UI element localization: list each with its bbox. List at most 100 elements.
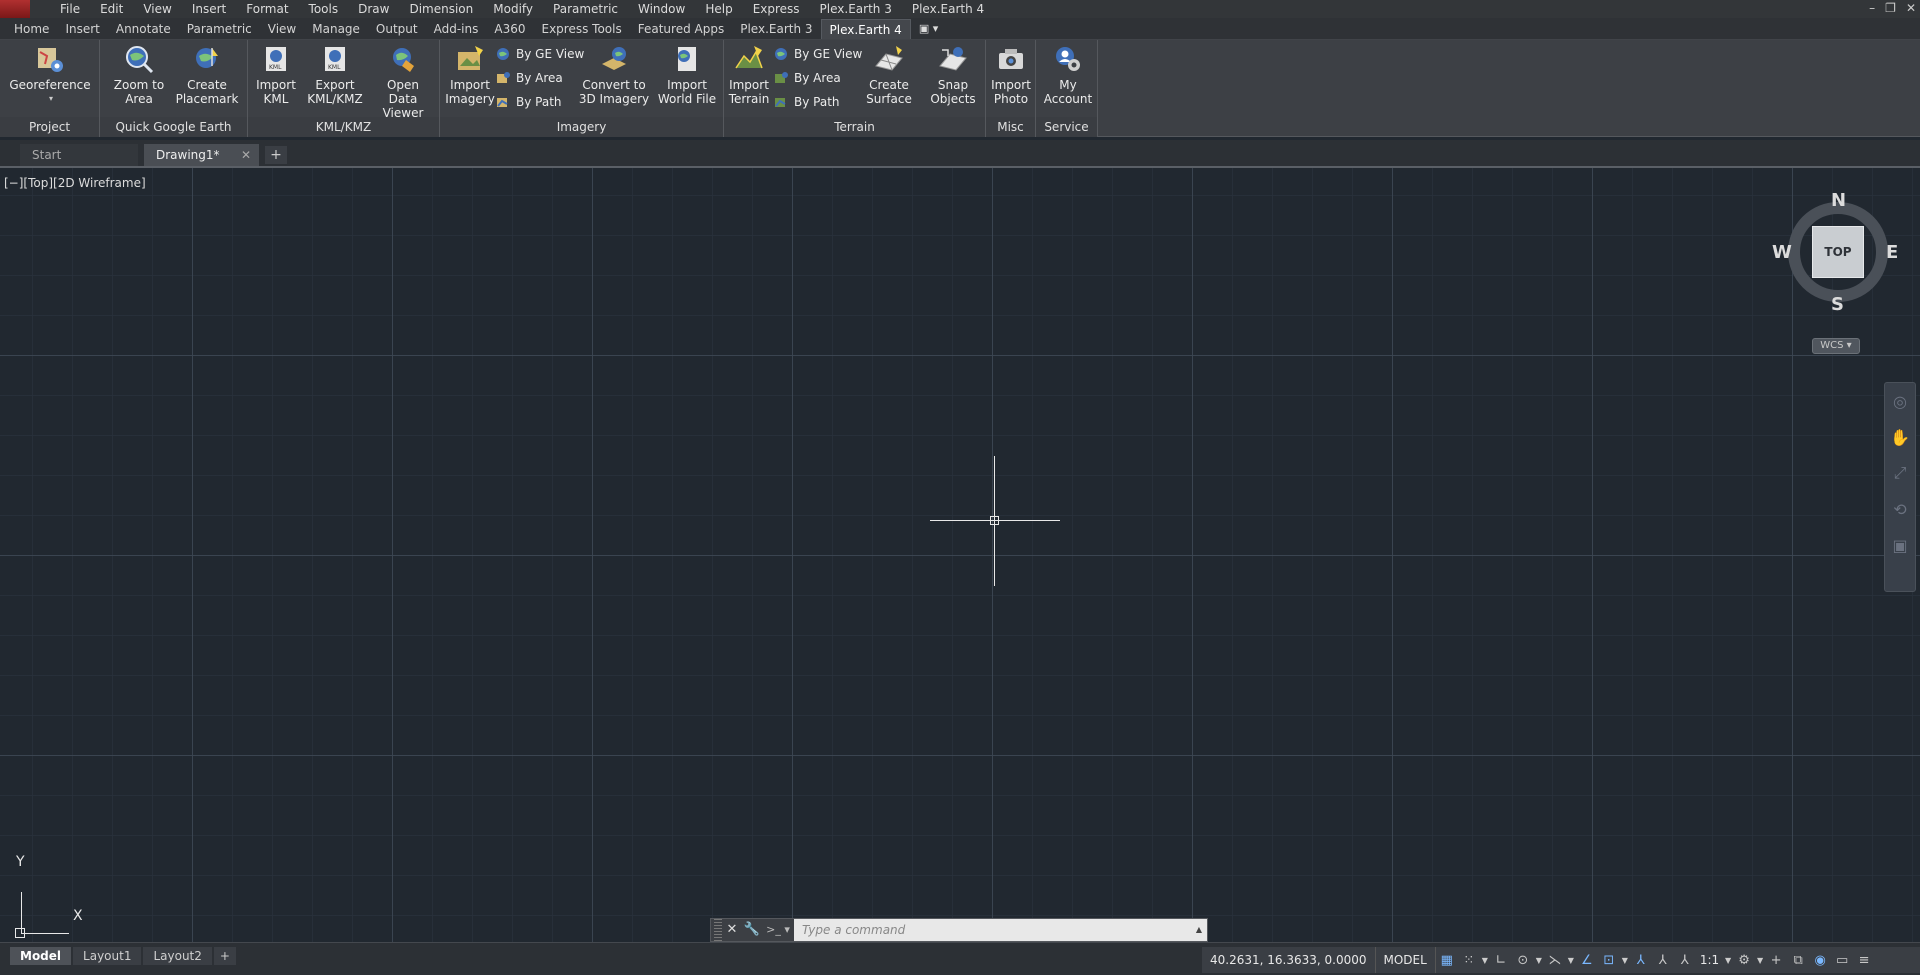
tab-a360[interactable]: A360: [486, 19, 533, 39]
steering-wheel-icon[interactable]: ◎: [1885, 383, 1915, 419]
object-snap-tracking-icon[interactable]: ∠: [1576, 947, 1598, 973]
app-logo-icon[interactable]: [0, 0, 30, 18]
customization-menu-icon[interactable]: ≡: [1853, 947, 1875, 973]
imagery-by-path-button[interactable]: By Path: [496, 91, 562, 113]
terrain-by-path-button[interactable]: By Path: [774, 91, 840, 113]
command-line-grip-icon[interactable]: [714, 919, 722, 941]
zoom-extents-icon[interactable]: ⤢: [1885, 455, 1915, 491]
import-terrain-button[interactable]: Import Terrain: [726, 44, 772, 106]
orbit-icon[interactable]: ⟲: [1885, 491, 1915, 527]
menu-plex-earth-4[interactable]: Plex.Earth 4: [902, 0, 994, 18]
menu-edit[interactable]: Edit: [90, 0, 133, 18]
menu-tools[interactable]: Tools: [299, 0, 349, 18]
command-input[interactable]: [794, 919, 1191, 941]
imagery-by-area-button[interactable]: By Area: [496, 67, 563, 89]
menu-dimension[interactable]: Dimension: [399, 0, 483, 18]
layout-tab-model[interactable]: Model: [10, 947, 72, 965]
tab-featured-apps[interactable]: Featured Apps: [630, 19, 732, 39]
command-close-icon[interactable]: ✕: [722, 919, 742, 941]
annotation-visibility-icon[interactable]: ⅄: [1630, 947, 1652, 973]
compass-west[interactable]: W: [1772, 242, 1792, 263]
create-placemark-button[interactable]: Create Placemark: [174, 44, 240, 106]
tab-annotate[interactable]: Annotate: [108, 19, 179, 39]
close-tab-icon[interactable]: ✕: [241, 144, 251, 166]
hardware-acceleration-icon[interactable]: ◉: [1809, 947, 1831, 973]
create-surface-button[interactable]: Create Surface: [858, 44, 920, 106]
isodraft-icon[interactable]: ⋋: [1544, 947, 1566, 973]
import-photo-button[interactable]: Import Photo: [988, 44, 1034, 106]
compass-east[interactable]: E: [1886, 242, 1898, 263]
zoom-to-area-button[interactable]: Zoom to Area: [108, 44, 170, 106]
grid-icon[interactable]: ▦: [1436, 947, 1458, 973]
workspace-menu-icon[interactable]: ▼: [1755, 956, 1765, 965]
menu-modify[interactable]: Modify: [483, 0, 543, 18]
object-snap-icon[interactable]: ⊡: [1598, 947, 1620, 973]
menu-plex-earth-3[interactable]: Plex.Earth 3: [810, 0, 902, 18]
menu-express[interactable]: Express: [743, 0, 810, 18]
tab-parametric[interactable]: Parametric: [179, 19, 260, 39]
tab-express-tools[interactable]: Express Tools: [534, 19, 630, 39]
import-world-file-button[interactable]: Import World File: [652, 44, 722, 106]
annotation-monitor-icon[interactable]: +: [1765, 947, 1787, 973]
tab-plex-earth-4[interactable]: Plex.Earth 4: [820, 19, 911, 39]
menu-window[interactable]: Window: [628, 0, 695, 18]
tab-plex-earth-3[interactable]: Plex.Earth 3: [732, 19, 820, 39]
command-customize-icon[interactable]: 🔧: [742, 919, 762, 941]
ribbon-minimize-toggle[interactable]: ▣ ▾: [911, 19, 946, 39]
tab-add-ins[interactable]: Add-ins: [426, 19, 487, 39]
viewcube[interactable]: TOP N S E W: [1772, 190, 1900, 315]
tab-insert[interactable]: Insert: [57, 19, 107, 39]
georeference-button[interactable]: Georeference ▾: [9, 44, 91, 106]
command-history-icon[interactable]: ▲: [1191, 919, 1207, 941]
menu-view[interactable]: View: [133, 0, 181, 18]
file-tab-drawing1[interactable]: Drawing1* ✕: [144, 144, 259, 166]
convert-3d-imagery-button[interactable]: Convert to 3D Imagery: [576, 44, 652, 106]
layout-tab-layout1[interactable]: Layout1: [73, 947, 142, 965]
layout-tab-layout2[interactable]: Layout2: [143, 947, 212, 965]
my-account-button[interactable]: My Account: [1040, 44, 1096, 106]
minimize-icon[interactable]: –: [1869, 0, 1875, 16]
export-kml-button[interactable]: KML Export KML/KMZ: [302, 44, 368, 106]
annotation-scale-value[interactable]: 1:1: [1696, 953, 1723, 967]
import-imagery-button[interactable]: Import Imagery: [444, 44, 496, 106]
restore-icon[interactable]: ❐: [1885, 0, 1896, 16]
compass-north[interactable]: N: [1831, 190, 1846, 211]
workspace-gear-icon[interactable]: ⚙: [1733, 947, 1755, 973]
coordinates-readout[interactable]: 40.2631, 16.3633, 0.0000: [1202, 947, 1376, 973]
auto-scale-icon[interactable]: ⅄: [1652, 947, 1674, 973]
menu-draw[interactable]: Draw: [348, 0, 399, 18]
imagery-by-ge-view-button[interactable]: By GE View: [496, 43, 584, 65]
snap-menu-icon[interactable]: ▼: [1480, 956, 1490, 965]
import-kml-button[interactable]: KML Import KML: [252, 44, 300, 106]
drawing-canvas[interactable]: [−][Top][2D Wireframe] TOP N S E W WCS ▾…: [0, 166, 1920, 942]
annotation-scale-icon[interactable]: ⅄: [1674, 947, 1696, 973]
menu-help[interactable]: Help: [695, 0, 742, 18]
menu-file[interactable]: File: [50, 0, 90, 18]
tab-manage[interactable]: Manage: [304, 19, 368, 39]
new-tab-button[interactable]: +: [265, 146, 287, 164]
viewcube-top-face[interactable]: TOP: [1812, 226, 1864, 278]
model-space-toggle[interactable]: MODEL: [1376, 947, 1436, 973]
viewport-controls-label[interactable]: [−][Top][2D Wireframe]: [4, 176, 146, 190]
object-snap-menu-icon[interactable]: ▼: [1620, 956, 1630, 965]
tab-view[interactable]: View: [260, 19, 304, 39]
terrain-by-area-button[interactable]: By Area: [774, 67, 841, 89]
command-prompt-icon[interactable]: >_ ▾: [762, 919, 794, 941]
isodraft-menu-icon[interactable]: ▼: [1566, 956, 1576, 965]
terrain-by-ge-view-button[interactable]: By GE View: [774, 43, 862, 65]
snap-objects-button[interactable]: Snap Objects: [922, 44, 984, 106]
menu-insert[interactable]: Insert: [182, 0, 236, 18]
clean-screen-icon[interactable]: ▭: [1831, 947, 1853, 973]
open-data-viewer-button[interactable]: Open Data Viewer: [368, 44, 438, 120]
units-icon[interactable]: ⧉: [1787, 947, 1809, 973]
scale-menu-icon[interactable]: ▼: [1723, 956, 1733, 965]
file-tab-start[interactable]: Start: [20, 144, 138, 166]
ortho-icon[interactable]: ∟: [1490, 947, 1512, 973]
menu-format[interactable]: Format: [236, 0, 298, 18]
wcs-menu[interactable]: WCS ▾: [1812, 338, 1860, 354]
tab-home[interactable]: Home: [6, 19, 57, 39]
close-icon[interactable]: ✕: [1906, 0, 1916, 16]
compass-south[interactable]: S: [1831, 294, 1844, 315]
add-layout-button[interactable]: +: [213, 947, 236, 965]
pan-hand-icon[interactable]: ✋: [1885, 419, 1915, 455]
